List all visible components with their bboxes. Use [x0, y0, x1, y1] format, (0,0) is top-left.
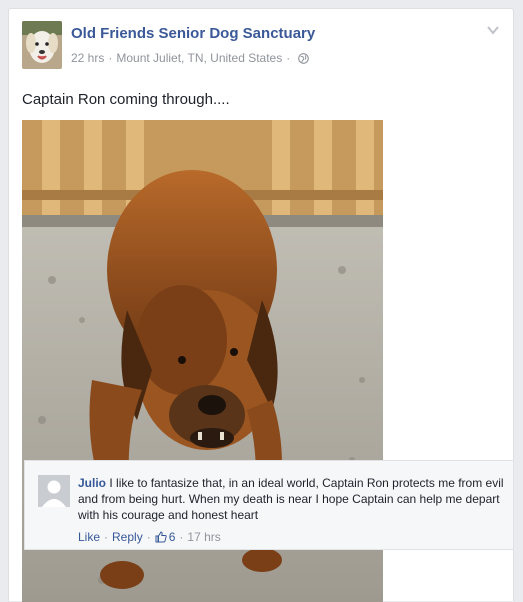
- default-avatar-icon: [38, 475, 70, 507]
- post-location[interactable]: Mount Juliet, TN, United States: [116, 51, 282, 65]
- post-meta: 22 hrs · Mount Juliet, TN, United States…: [71, 51, 310, 65]
- action-separator: ·: [179, 530, 184, 544]
- post-text: Captain Ron coming through....: [22, 91, 230, 108]
- page-avatar[interactable]: [22, 21, 62, 69]
- comment-actions: Like · Reply · 6 · 17 hrs: [78, 530, 221, 544]
- comment-body: Julio I like to fantasize that, in an id…: [78, 475, 506, 523]
- meta-separator: ·: [108, 51, 113, 65]
- meta-separator: ·: [286, 51, 291, 65]
- comment-time[interactable]: 17 hrs: [187, 530, 220, 544]
- post-time[interactable]: 22 hrs: [71, 51, 104, 65]
- dog-avatar-image: [22, 21, 62, 69]
- comment-overlay: Julio I like to fantasize that, in an id…: [24, 460, 514, 550]
- comment-text: I like to fantasize that, in an ideal wo…: [78, 476, 504, 522]
- thumbs-up-icon[interactable]: [155, 531, 167, 543]
- comment-reply-link[interactable]: Reply: [112, 530, 143, 544]
- globe-icon[interactable]: [298, 52, 310, 64]
- chevron-down-icon[interactable]: [486, 23, 500, 37]
- comment-like-count[interactable]: 6: [169, 530, 176, 544]
- action-separator: ·: [104, 530, 109, 544]
- comment-like-link[interactable]: Like: [78, 530, 100, 544]
- action-separator: ·: [146, 530, 151, 544]
- comment-author-name[interactable]: Julio: [78, 476, 106, 490]
- comment-author-avatar[interactable]: [38, 475, 70, 507]
- page-name-link[interactable]: Old Friends Senior Dog Sanctuary: [71, 25, 315, 42]
